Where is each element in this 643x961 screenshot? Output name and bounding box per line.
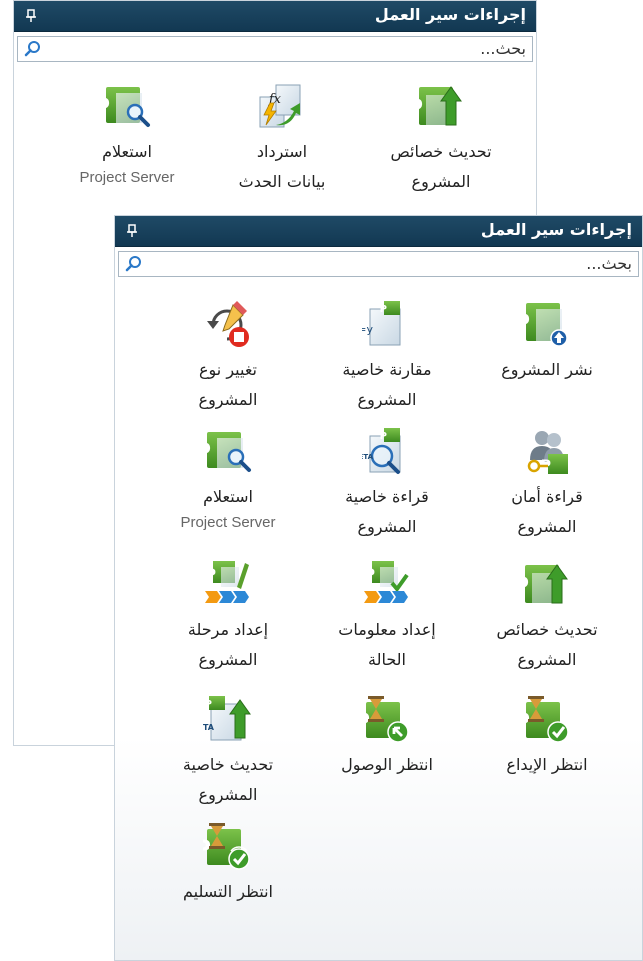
- tile-publish-project[interactable]: P نشر المشروع: [467, 299, 627, 385]
- wait-commit-icon: P: [203, 823, 250, 870]
- panel-titlebar: إجراءات سير العمل: [115, 216, 642, 247]
- pin-icon[interactable]: [125, 224, 139, 238]
- read-security-icon: P: [527, 431, 568, 474]
- tile-label: انتظر الإيداع: [506, 755, 588, 774]
- tile-label: تغيير نوع المشروع: [198, 360, 258, 409]
- read-property-icon: P META: [362, 428, 401, 474]
- tile-read-project-security[interactable]: P قراءة أمان المشروع: [467, 426, 627, 542]
- svg-text:P: P: [365, 567, 375, 583]
- update-property-icon: P META: [203, 696, 251, 741]
- tile-set-project-stage[interactable]: P إعداد مرحلة المشروع: [148, 559, 308, 675]
- svg-text:P: P: [362, 710, 370, 735]
- tile-wait-arrival[interactable]: P انتظر الوصول: [307, 694, 467, 780]
- search-icon[interactable]: [125, 255, 143, 273]
- tile-label: نشر المشروع: [501, 360, 593, 379]
- svg-text:P: P: [522, 311, 530, 336]
- change-project-type-icon: [207, 301, 249, 347]
- search-box[interactable]: [17, 36, 533, 62]
- tile-label: استعلام: [203, 487, 253, 506]
- svg-text:P: P: [380, 304, 387, 315]
- set-status-info-icon: P: [364, 561, 409, 603]
- wait-arrival-icon: P: [362, 696, 409, 743]
- search-box[interactable]: [118, 251, 639, 277]
- svg-text:P: P: [203, 440, 211, 465]
- project-server-query-icon: P: [203, 432, 251, 472]
- svg-text:P: P: [416, 96, 423, 121]
- tile-sublabel: Project Server: [79, 169, 175, 186]
- tile-compare-property[interactable]: P x=y مقارنة خاصية المشروع: [307, 299, 467, 415]
- update-properties-icon: P: [522, 564, 568, 604]
- panel-titlebar: إجراءات سير العمل: [14, 1, 536, 32]
- svg-text:META: META: [362, 453, 374, 461]
- svg-text:x=y: x=y: [362, 323, 373, 336]
- tile-label: إعداد مرحلة المشروع: [187, 620, 269, 669]
- search-icon[interactable]: [24, 40, 42, 58]
- tile-label: استعلام: [102, 142, 152, 161]
- tile-label: مقارنة خاصية المشروع: [342, 360, 432, 409]
- search-input[interactable]: [190, 253, 632, 274]
- project-server-query-icon: P: [102, 87, 150, 127]
- tile-label: قراءة خاصية المشروع: [345, 487, 429, 536]
- svg-text:P: P: [102, 95, 110, 120]
- panel-title: إجراءات سير العمل: [480, 220, 632, 239]
- restore-event-data-icon: fx: [259, 84, 301, 128]
- svg-text:META: META: [203, 723, 215, 732]
- tile-label: انتظر التسليم: [183, 882, 273, 901]
- tile-project-server-query[interactable]: P استعلام Project Server: [47, 81, 207, 189]
- svg-text:P: P: [522, 574, 529, 599]
- svg-text:P: P: [206, 567, 216, 583]
- tile-wait-checkin[interactable]: P انتظر الإيداع: [467, 694, 627, 780]
- tile-sublabel: Project Server: [180, 514, 276, 531]
- workflow-actions-panel-front: إجراءات سير العمل P نشر المشروع P x=y: [114, 215, 643, 961]
- pin-icon[interactable]: [24, 9, 38, 23]
- tile-set-status-info[interactable]: P إعداد معلومات الحالة: [307, 559, 467, 675]
- compare-property-icon: P x=y: [362, 301, 401, 346]
- tile-project-server-query[interactable]: P استعلام Project Server: [148, 426, 308, 534]
- publish-project-icon: P: [522, 303, 568, 347]
- svg-text:P: P: [522, 710, 530, 735]
- tile-update-project-properties[interactable]: P تحديث خصائص المشروع: [467, 559, 627, 675]
- svg-text:P: P: [205, 699, 212, 710]
- tile-label: قراءة أمان المشروع: [511, 487, 583, 536]
- project-update-properties-icon: P: [416, 86, 462, 126]
- tile-change-project-type[interactable]: تغيير نوع المشروع: [148, 299, 308, 415]
- tile-label: إعداد معلومات الحالة: [338, 620, 436, 669]
- tile-label: استرداد بيانات الحدث: [238, 142, 326, 191]
- set-project-stage-icon: P: [205, 561, 249, 603]
- tile-read-project-property[interactable]: P META قراءة خاصية المشروع: [307, 426, 467, 542]
- tile-update-project-property[interactable]: P META تحديث خاصية المشروع: [148, 694, 308, 810]
- tile-wait-commit[interactable]: P انتظر التسليم: [148, 821, 308, 907]
- svg-text:P: P: [203, 837, 211, 862]
- wait-checkin-icon: P: [522, 696, 569, 743]
- tile-label: تحديث خصائص المشروع: [496, 620, 598, 669]
- tile-label: انتظر الوصول: [341, 755, 433, 774]
- tile-update-project-properties[interactable]: P تحديث خصائص المشروع: [361, 81, 521, 197]
- tile-label: تحديث خاصية المشروع: [182, 755, 274, 804]
- panel-title: إجراءات سير العمل: [374, 5, 526, 24]
- tile-restore-event-data[interactable]: fx استرداد بيانات الحدث: [202, 81, 362, 197]
- tile-label: تحديث خصائص المشروع: [390, 142, 492, 191]
- svg-text:P: P: [380, 431, 387, 442]
- search-input[interactable]: [89, 38, 526, 59]
